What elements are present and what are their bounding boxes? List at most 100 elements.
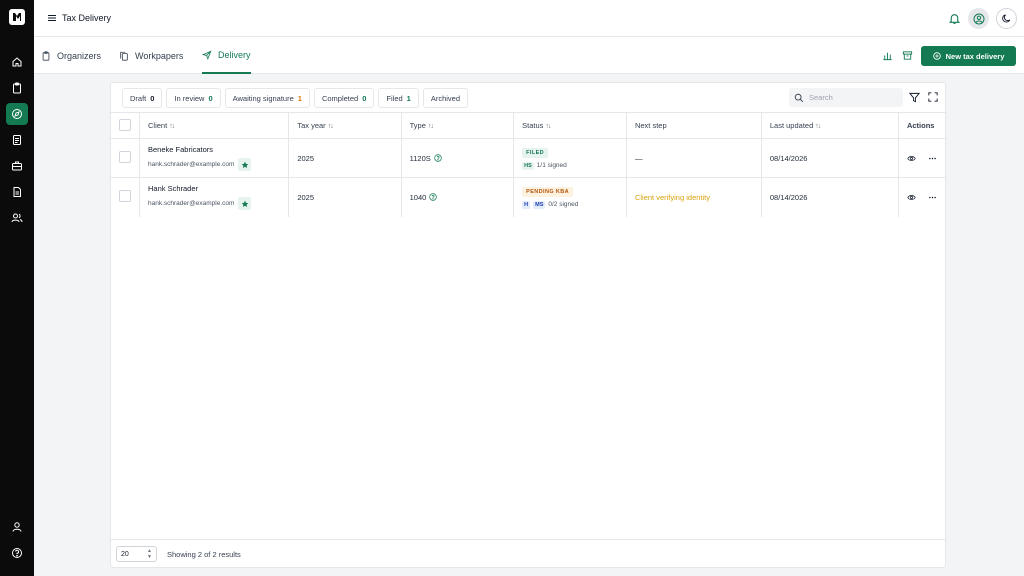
row-checkbox[interactable] — [119, 190, 131, 203]
column-header-type[interactable]: Type ↑↓ — [401, 112, 515, 139]
user-icon — [12, 522, 22, 532]
filter-icon[interactable] — [909, 92, 920, 103]
deliveries-card: Draft 0 In review 0 Awaiting signature 1 Co… — [110, 82, 946, 568]
nav-clients[interactable] — [6, 207, 28, 229]
logo-icon — [9, 9, 25, 25]
status-cell: PENDING KBA H MS 0/2 signed — [513, 177, 627, 217]
copy-icon — [120, 51, 128, 61]
table-row[interactable]: Beneke Fabricators hank.schrader@example… — [111, 138, 945, 178]
home-icon — [12, 57, 22, 67]
filter-completed[interactable]: Completed 0 — [313, 88, 375, 108]
search-input[interactable] — [809, 93, 899, 102]
tab-delivery[interactable]: Delivery — [202, 37, 251, 74]
table-row[interactable]: Hank Schrader hank.schrader@example.com … — [111, 177, 945, 217]
nav-documents[interactable] — [6, 129, 28, 151]
new-tax-delivery-button[interactable]: New tax delivery — [921, 46, 1016, 66]
hamburger-menu-icon[interactable] — [46, 12, 58, 24]
filter-label: Filed — [386, 93, 403, 103]
filter-filed[interactable]: Filed 1 — [378, 88, 419, 108]
column-header-last-updated[interactable]: Last updated ↑↓ — [761, 112, 899, 139]
column-label: Last updated — [769, 121, 814, 130]
column-header-next-step: Next step — [626, 112, 762, 139]
star-icon[interactable] — [238, 158, 252, 171]
table-footer: 20 ▲ ▼ Showing 2 of 2 results — [111, 539, 945, 567]
next-step-cell: Client verifying identity — [626, 177, 762, 217]
type-cell: 1120S — [401, 138, 515, 178]
type-wrap: 1040 — [410, 193, 506, 202]
column-label: Next step — [634, 121, 667, 130]
tax-year-cell: 2025 — [288, 138, 402, 178]
theme-toggle-button[interactable] — [996, 8, 1017, 29]
status-badge: PENDING KBA — [522, 186, 574, 197]
tax-year-cell: 2025 — [288, 177, 402, 217]
fullscreen-icon[interactable] — [928, 92, 938, 102]
nav-home[interactable] — [6, 51, 28, 73]
filter-draft[interactable]: Draft 0 — [122, 88, 163, 108]
tab-organizers[interactable]: Organizers — [41, 37, 101, 74]
archive-icon[interactable] — [902, 50, 913, 61]
client-name: Hank Schrader — [148, 184, 199, 194]
nav-delivery[interactable] — [6, 103, 28, 125]
search-icon — [794, 93, 804, 102]
column-label: Tax year — [297, 121, 326, 130]
nav-profile[interactable] — [6, 516, 28, 538]
nav-help[interactable] — [6, 542, 28, 564]
status-filter-chips: Draft 0 In review 0 Awaiting signature 1 Co… — [122, 88, 469, 108]
nav-organizers[interactable] — [6, 77, 28, 99]
filter-in-review[interactable]: In review 0 — [166, 88, 221, 108]
more-horizontal-icon[interactable] — [928, 154, 937, 163]
file-text-icon — [13, 187, 21, 197]
help-circle-icon[interactable] — [429, 193, 437, 201]
row-actions — [907, 154, 937, 163]
return-type: 1120S — [409, 153, 431, 163]
signed-count: 0/2 signed — [548, 201, 579, 209]
row-actions — [907, 193, 937, 202]
filter-label: Draft — [130, 93, 147, 103]
top-bar: Tax Delivery — [34, 0, 1024, 37]
column-header-status[interactable]: Status ↑↓ — [513, 112, 627, 139]
bar-chart-icon[interactable] — [882, 50, 893, 61]
filter-archived[interactable]: Archived — [422, 88, 469, 108]
column-header-tax-year[interactable]: Tax year ↑↓ — [288, 112, 402, 139]
help-circle-icon[interactable] — [434, 154, 442, 162]
next-step-cell: — — [626, 138, 762, 178]
filter-count: 0 — [362, 93, 367, 103]
select-all-checkbox[interactable] — [119, 118, 131, 131]
client-email: hank.schrader@example.com — [148, 161, 235, 168]
column-label: Status — [522, 121, 544, 130]
filter-label: Completed — [321, 93, 359, 103]
left-nav-rail — [0, 0, 34, 576]
briefcase-icon — [12, 161, 22, 171]
more-horizontal-icon[interactable] — [928, 193, 937, 202]
eye-icon[interactable] — [907, 193, 916, 202]
avatar[interactable] — [968, 8, 989, 29]
page-title: Tax Delivery — [62, 13, 112, 23]
actions-cell — [898, 138, 945, 178]
filter-label: Awaiting signature — [232, 93, 294, 103]
nav-briefcase[interactable] — [6, 155, 28, 177]
tab-organizers-label: Organizers — [57, 50, 102, 61]
clipboard-icon — [42, 50, 50, 61]
last-updated-cell: 08/14/2026 — [761, 138, 899, 178]
tab-workpapers[interactable]: Workpapers — [119, 37, 183, 74]
filter-count: 0 — [150, 93, 155, 103]
column-header-client[interactable]: Client ↑↓ — [139, 112, 290, 139]
signer-initials: HS — [522, 161, 534, 170]
search-box — [789, 88, 903, 107]
column-header-actions: Actions — [898, 112, 945, 139]
filter-awaiting-signature[interactable]: Awaiting signature 1 — [224, 88, 310, 108]
star-icon[interactable] — [238, 197, 252, 211]
eye-icon[interactable] — [907, 154, 916, 163]
deliveries-table: Client ↑↓ Tax year ↑↓ Type ↑↓ Status ↑↓ Next… — [111, 112, 945, 217]
document-icon — [13, 135, 21, 145]
signer-initials: H — [522, 200, 531, 209]
send-icon — [202, 49, 212, 60]
nav-reports[interactable] — [6, 181, 28, 203]
bell-icon[interactable] — [948, 12, 961, 25]
row-checkbox[interactable] — [119, 151, 131, 163]
filter-count: 1 — [297, 93, 302, 103]
tab-workpapers-label: Workpapers — [135, 50, 184, 61]
signed-count: 1/1 signed — [536, 162, 567, 169]
page-size-select[interactable]: 20 ▲ ▼ — [116, 546, 157, 562]
status-cell: FILED HS 1/1 signed — [513, 138, 627, 178]
